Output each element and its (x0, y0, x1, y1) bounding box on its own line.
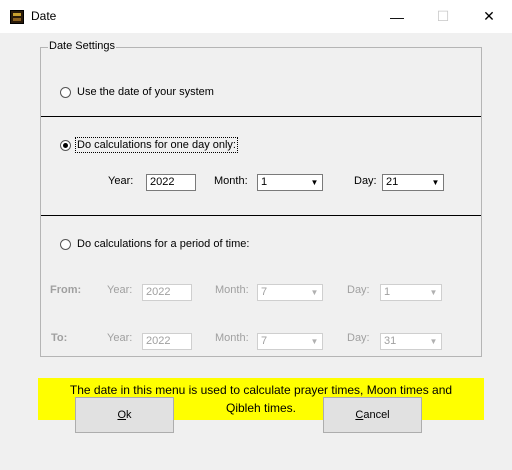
to-day-select[interactable]: 31 ▼ (380, 333, 442, 350)
from-year-input[interactable]: 2022 (142, 284, 192, 301)
radio-indicator (60, 238, 71, 250)
maximize-button: ☐ (436, 8, 450, 24)
from-month-value: 7 (261, 286, 268, 298)
radio-system-date[interactable]: Use the date of your system (60, 86, 214, 98)
from-day-value: 1 (384, 286, 391, 298)
to-month-value: 7 (261, 335, 268, 347)
radio-indicator (60, 139, 71, 151)
one-day-year-input[interactable]: 2022 (146, 174, 196, 191)
minimize-button[interactable]: — (374, 0, 420, 33)
ok-button[interactable]: Ok (75, 397, 174, 433)
to-month-label: Month: (215, 332, 249, 344)
cancel-label-rest: ancel (363, 409, 390, 421)
app-icon (10, 10, 24, 24)
one-day-day-label: Day: (354, 175, 377, 187)
radio-one-day-label: Do calculations for one day only: (75, 137, 238, 153)
ok-label-rest: k (126, 409, 132, 421)
chevron-down-icon[interactable]: ▼ (308, 176, 321, 189)
radio-period-label: Do calculations for a period of time: (77, 238, 250, 250)
chevron-down-icon[interactable]: ▼ (427, 286, 440, 299)
to-day-value: 31 (384, 335, 397, 347)
cancel-button[interactable]: Cancel (323, 397, 422, 433)
chevron-down-icon[interactable]: ▼ (308, 286, 321, 299)
radio-one-day[interactable]: Do calculations for one day only: (60, 137, 238, 153)
one-day-month-value: 1 (261, 176, 268, 188)
from-label: From: (50, 284, 82, 296)
from-day-select[interactable]: 1 ▼ (380, 284, 442, 301)
one-day-year-label: Year: (108, 175, 134, 187)
separator (41, 116, 481, 117)
to-year-input[interactable]: 2022 (142, 333, 192, 350)
one-day-day-value: 21 (386, 176, 399, 188)
to-year-label: Year: (107, 332, 133, 344)
title-bar: Date — ☐ ✕ (0, 0, 512, 33)
to-month-select[interactable]: 7 ▼ (257, 333, 323, 350)
chevron-down-icon[interactable]: ▼ (308, 335, 321, 348)
group-legend: Date Settings (48, 40, 117, 52)
radio-indicator (60, 86, 71, 98)
to-day-label: Day: (347, 332, 370, 344)
radio-period[interactable]: Do calculations for a period of time: (60, 238, 249, 250)
date-settings-group: Date Settings Use the date of your syste… (40, 40, 482, 357)
one-day-month-select[interactable]: 1 ▼ (257, 174, 323, 191)
cancel-mnemonic: C (355, 409, 364, 421)
chevron-down-icon[interactable]: ▼ (427, 335, 440, 348)
one-day-month-label: Month: (214, 175, 248, 187)
from-day-label: Day: (347, 284, 370, 296)
from-year-label: Year: (107, 284, 133, 296)
ok-mnemonic: O (117, 409, 127, 421)
chevron-down-icon[interactable]: ▼ (429, 176, 442, 189)
one-day-day-select[interactable]: 21 ▼ (382, 174, 444, 191)
from-month-select[interactable]: 7 ▼ (257, 284, 323, 301)
from-month-label: Month: (215, 284, 249, 296)
window-title: Date (31, 9, 57, 23)
to-label: To: (51, 332, 68, 344)
radio-system-date-label: Use the date of your system (77, 86, 214, 98)
separator (41, 215, 481, 216)
close-button[interactable]: ✕ (466, 0, 512, 33)
